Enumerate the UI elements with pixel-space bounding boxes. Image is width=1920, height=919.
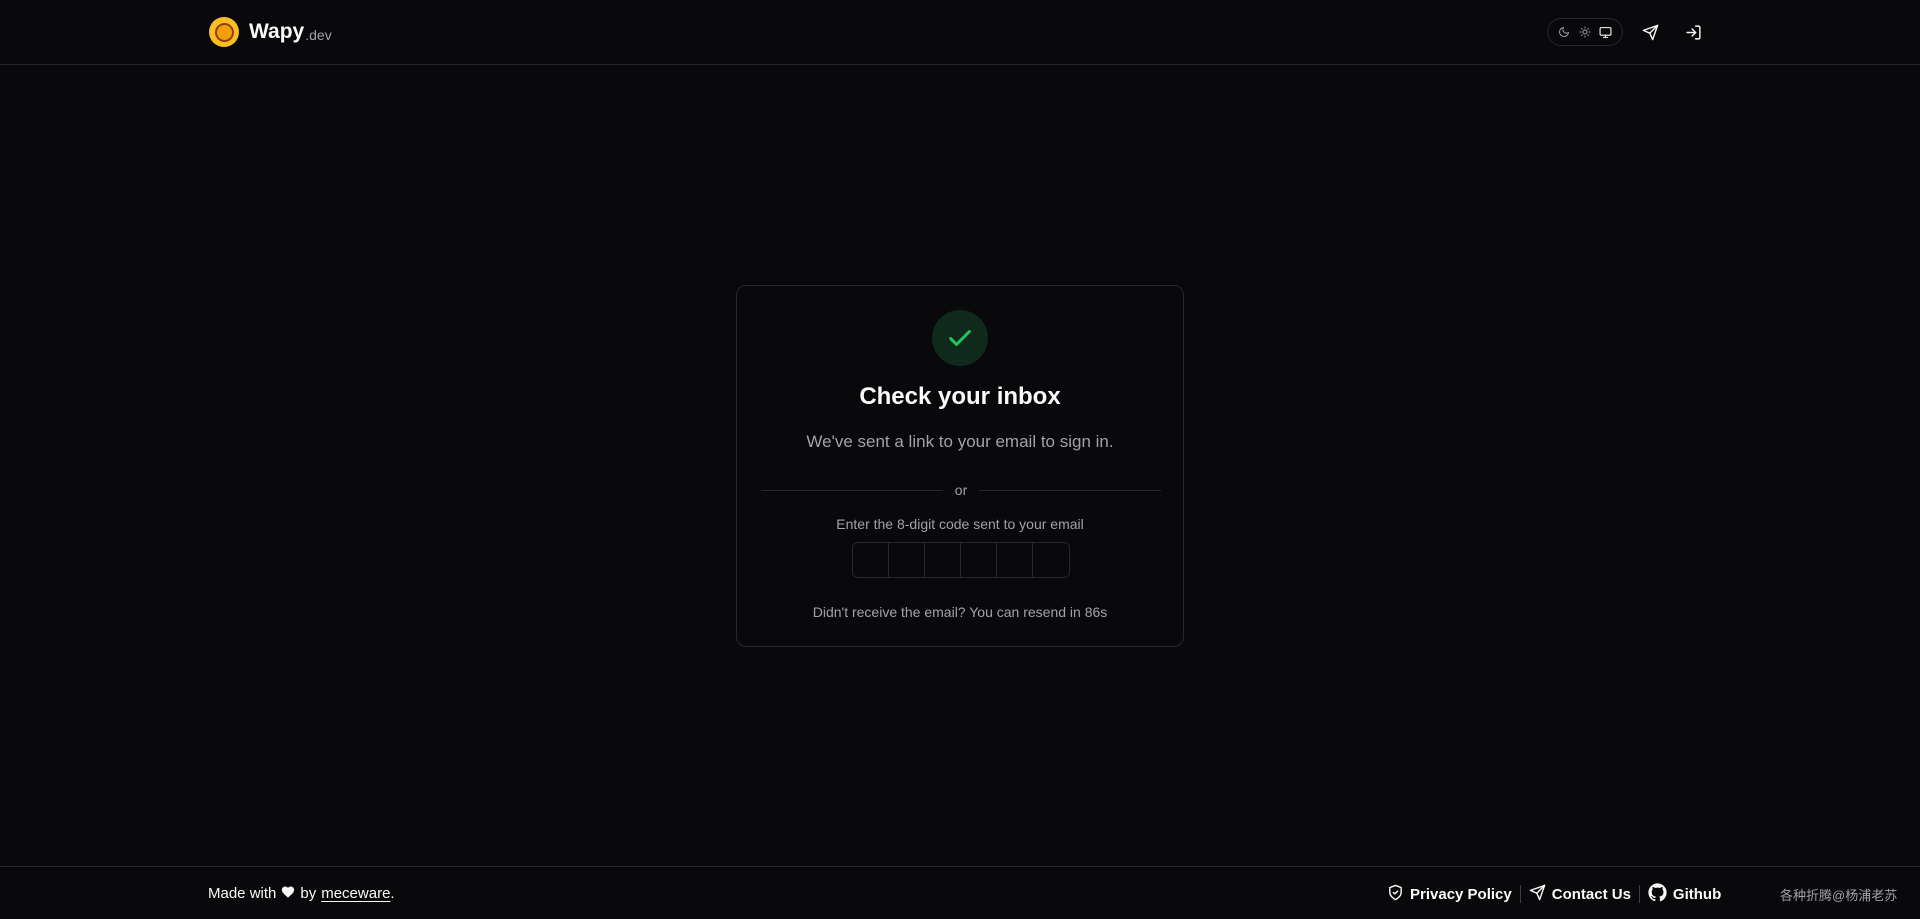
code-label: Enter the 8-digit code sent to your emai… [836,516,1084,532]
theme-switcher [1547,18,1623,46]
check-inbox-card: Check your inbox We've sent a link to yo… [736,285,1184,647]
made-with-text: Made with by meceware. [208,885,395,902]
otp-digit-5[interactable] [997,543,1033,577]
send-icon [1529,884,1546,905]
otp-digit-6[interactable] [1033,543,1069,577]
check-icon [932,310,988,366]
heart-icon [281,885,295,902]
top-header: Wapy .dev [0,0,1920,65]
footer: Made with by meceware. Privacy Policy Co… [0,866,1920,919]
resend-text: Didn't receive the email? You can resend… [812,604,1108,620]
sun-icon[interactable] [1575,22,1595,42]
contact-us-label: Contact Us [1551,885,1631,903]
github-link[interactable]: Github [1648,882,1722,906]
privacy-policy-link[interactable]: Privacy Policy [1387,884,1512,905]
contact-us-link[interactable]: Contact Us [1529,884,1631,905]
made-with-by: by [300,885,317,902]
otp-digit-1[interactable] [853,543,889,577]
otp-digit-2[interactable] [889,543,925,577]
otp-digit-3[interactable] [925,543,961,577]
card-title: Check your inbox [859,383,1061,410]
page: Wapy .dev Check your inbox We've sent a [0,0,1920,919]
otp-digit-4[interactable] [961,543,997,577]
author-link[interactable]: meceware [321,885,390,902]
otp-input-group [852,542,1070,578]
made-with-prefix: Made with [208,885,277,902]
brand-name: Wapy [249,20,305,43]
footer-links: Privacy Policy Contact Us Github [1387,882,1721,906]
or-divider: or [761,480,1162,500]
brand-tld: .dev [305,27,332,43]
author-suffix: . [390,885,395,902]
monitor-icon[interactable] [1596,22,1616,42]
send-icon[interactable] [1638,20,1662,44]
footer-separator [1519,885,1521,903]
divider-text: or [954,482,968,498]
moon-icon[interactable] [1554,22,1574,42]
brand-home-link[interactable]: Wapy .dev [209,17,332,47]
card-subtitle: We've sent a link to your email to sign … [806,432,1114,451]
watermark-text: 各种折腾@杨浦老苏 [1780,888,1898,903]
sign-in-icon[interactable] [1681,20,1705,44]
logo-icon [209,17,239,47]
shield-icon [1387,884,1404,905]
github-label: Github [1672,885,1722,903]
footer-separator [1638,885,1640,903]
github-icon [1648,882,1667,906]
privacy-policy-label: Privacy Policy [1410,885,1512,903]
